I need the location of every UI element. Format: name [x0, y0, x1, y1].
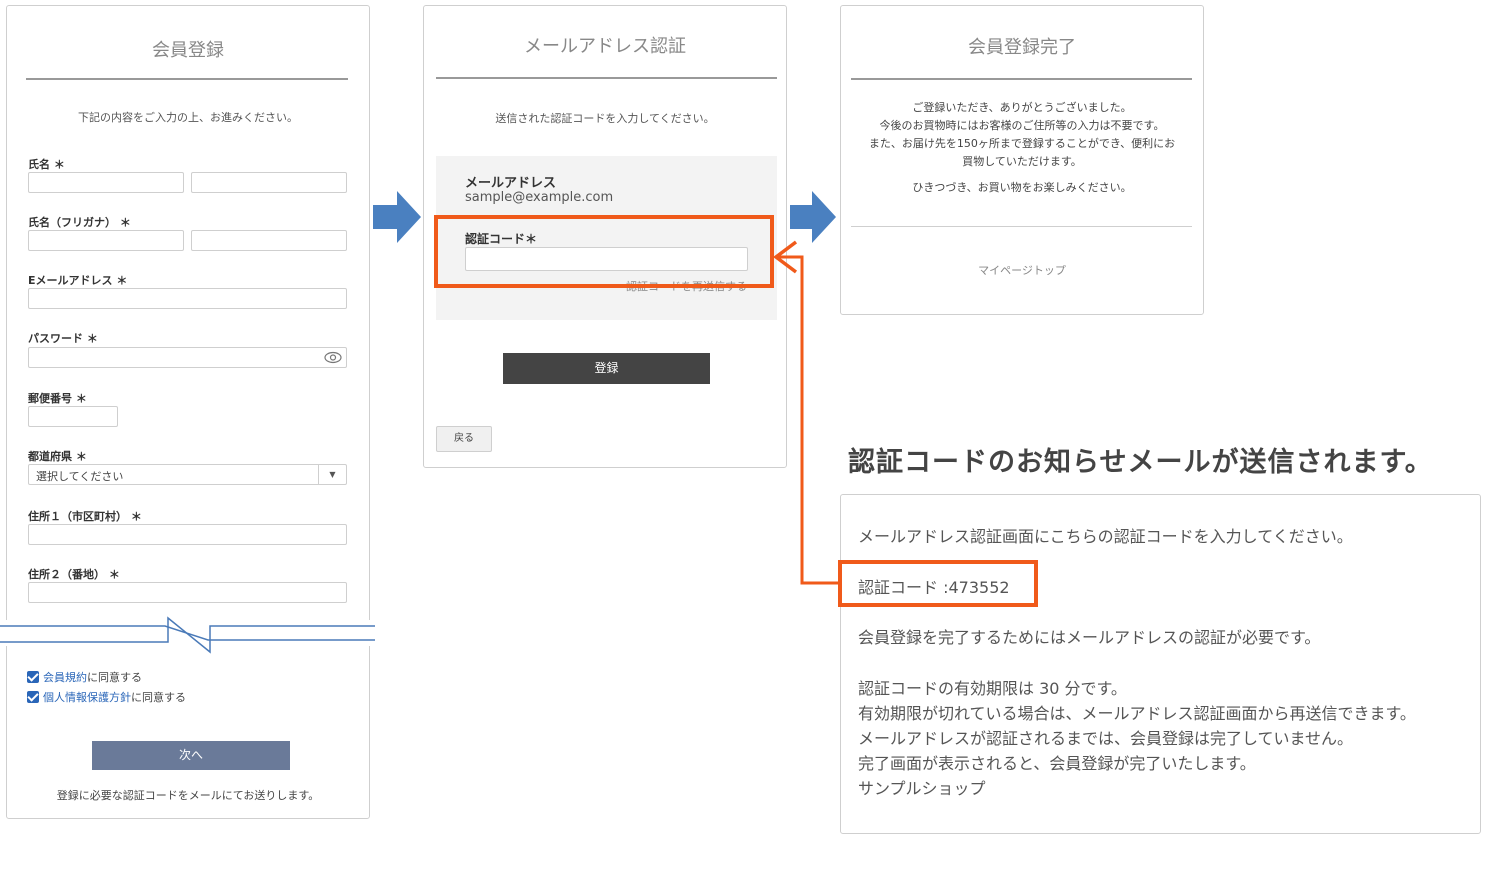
complete-title: 会員登録完了 — [968, 37, 1076, 58]
terms-suffix: に同意する — [87, 671, 142, 684]
next-button[interactable]: 次へ — [92, 741, 290, 770]
email-line-1: メールアドレス認証画面にこちらの認証コードを入力してください。 — [858, 527, 1353, 546]
name-label: 氏名 ＊ — [28, 158, 65, 171]
verify-title: メールアドレス認証 — [524, 36, 686, 57]
last-name-kana-input[interactable] — [28, 230, 184, 251]
complete-line-4: 買物していただけます。 — [962, 155, 1082, 168]
last-name-input[interactable] — [28, 172, 184, 193]
privacy-checkbox[interactable] — [27, 691, 39, 703]
verify-title-rule — [436, 77, 777, 79]
complete-line-3: また、お届け先を150ヶ所まで登録することができ、便利にお — [868, 137, 1176, 150]
password-input[interactable] — [28, 347, 347, 368]
prefecture-select[interactable]: 選択してください ▼ — [28, 464, 347, 485]
terms-checkbox[interactable] — [27, 671, 39, 683]
password-label: パスワード ＊ — [28, 332, 98, 345]
page-break-divider — [0, 616, 375, 654]
terms-checkbox-row[interactable]: 会員規約 に同意する — [27, 669, 142, 685]
postal-input[interactable] — [28, 406, 118, 427]
address2-input[interactable] — [28, 582, 347, 603]
signup-title-rule — [26, 78, 348, 80]
code-input-highlight — [434, 215, 774, 288]
prefecture-select-value: 選択してください — [36, 470, 124, 483]
complete-line-5: ひきつづき、お買い物をお楽しみください。 — [912, 181, 1132, 194]
email-label: Eメールアドレス ＊ — [28, 274, 128, 287]
privacy-checkbox-row[interactable]: 個人情報保護方針 に同意する — [27, 689, 186, 705]
first-name-kana-input[interactable] — [191, 230, 347, 251]
signup-title: 会員登録 — [152, 40, 224, 61]
complete-divider — [851, 226, 1192, 227]
complete-line-2: 今後のお買物時にはお客様のご住所等の入力は不要です。 — [879, 119, 1165, 132]
complete-panel: 会員登録完了 ご登録いただき、ありがとうございました。 今後のお買物時にはお客様… — [840, 5, 1204, 315]
address2-label: 住所２（番地） ＊ — [28, 568, 120, 581]
email-line-6: 完了画面が表示されると、会員登録が完了いたします。 — [858, 754, 1256, 773]
verify-email-label: メールアドレス — [465, 176, 557, 191]
back-button[interactable]: 戻る — [436, 426, 492, 452]
mypage-link[interactable]: マイページトップ — [841, 262, 1203, 280]
complete-title-rule — [851, 78, 1192, 80]
address1-input[interactable] — [28, 524, 347, 545]
email-notice-headline: 認証コードのお知らせメールが送信されます。 — [848, 447, 1433, 478]
address1-label: 住所１（市区町村） ＊ — [28, 510, 142, 523]
email-code-highlight — [838, 560, 1038, 607]
signup-footer-note: 登録に必要な認証コードをメールにてお送りします。 — [56, 789, 320, 802]
first-name-input[interactable] — [191, 172, 347, 193]
email-line-4: 有効期限が切れている場合は、メールアドレス認証画面から再送信できます。 — [858, 704, 1416, 723]
eye-icon[interactable] — [324, 351, 342, 364]
signup-intro: 下記の内容をご入力の上、お進みください。 — [78, 111, 298, 124]
terms-link[interactable]: 会員規約 — [43, 669, 87, 685]
verify-email-value: sample@example.com — [465, 190, 614, 205]
signup-panel: 会員登録 下記の内容をご入力の上、お進みください。 氏名 ＊ 氏名（フリガナ） … — [6, 5, 370, 819]
flow-arrow-right-icon — [790, 191, 836, 243]
register-button[interactable]: 登録 — [503, 353, 710, 384]
privacy-link[interactable]: 個人情報保護方針 — [43, 689, 131, 705]
email-line-2: 会員登録を完了するためにはメールアドレスの認証が必要です。 — [858, 628, 1321, 647]
email-line-7: サンプルショップ — [858, 779, 986, 798]
postal-label: 郵便番号 ＊ — [28, 392, 87, 405]
kana-label: 氏名（フリガナ） ＊ — [28, 216, 131, 229]
chevron-down-icon[interactable]: ▼ — [318, 465, 346, 484]
complete-line-1: ご登録いただき、ありがとうございました。 — [912, 101, 1132, 114]
flow-arrow-right-icon — [373, 191, 421, 243]
email-line-3: 認証コードの有効期限は 30 分です。 — [858, 679, 1127, 698]
privacy-suffix: に同意する — [131, 691, 186, 704]
email-line-5: メールアドレスが認証されるまでは、会員登録は完了していません。 — [858, 729, 1354, 748]
prefecture-label: 都道府県 ＊ — [28, 450, 87, 463]
email-preview: メールアドレス認証画面にこちらの認証コードを入力してください。 認証コード :4… — [840, 494, 1481, 834]
email-input[interactable] — [28, 288, 347, 309]
verify-intro: 送信された認証コードを入力してください。 — [495, 112, 715, 125]
